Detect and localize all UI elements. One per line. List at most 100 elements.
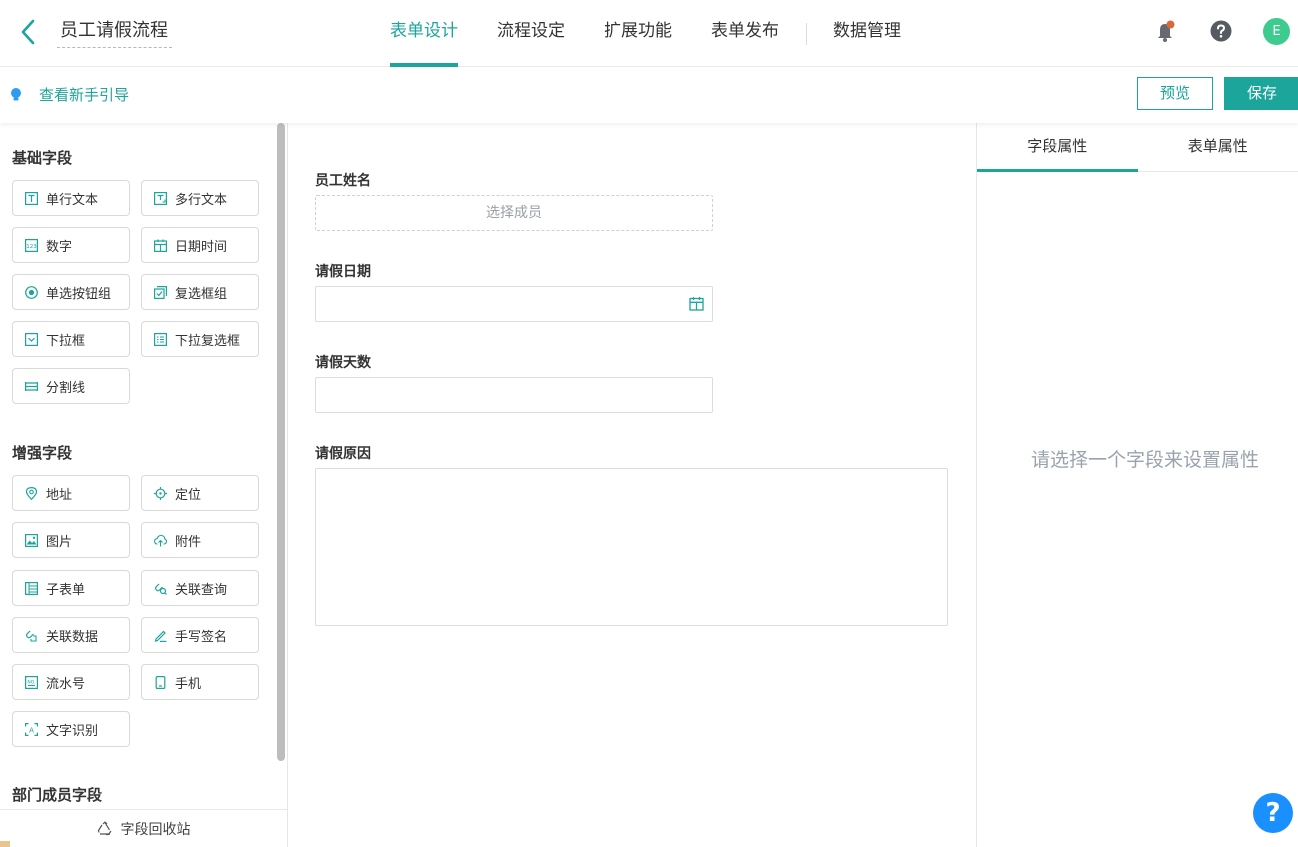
question-circle-icon (1210, 20, 1232, 42)
save-button[interactable]: 保存 (1224, 77, 1298, 110)
field-phone[interactable]: 手机 (141, 664, 259, 700)
text-icon (25, 191, 38, 205)
field-label: 手机 (175, 676, 202, 692)
multi-dropdown-icon (154, 332, 167, 346)
image-icon (25, 533, 38, 547)
upload-cloud-icon (154, 534, 167, 546)
field-label: 地址 (46, 487, 73, 503)
field-palette: 基础字段 单行文本 多行文本 123 数字 日期时间 单选按钮组 复选框组 下拉… (0, 123, 288, 847)
field-label: 下拉框 (46, 333, 86, 349)
link-query-icon (155, 583, 167, 595)
field-recycle-bin[interactable]: 字段回收站 (0, 809, 287, 847)
field-datetime[interactable]: 日期时间 (141, 227, 259, 263)
field-serial-number[interactable]: NO. 流水号 (12, 664, 130, 700)
checkbox-icon (154, 285, 167, 299)
guide-text: 查看新手引导 (39, 86, 130, 104)
field-signature[interactable]: 手写签名 (141, 617, 259, 653)
field-label: 复选框组 (175, 286, 228, 302)
basic-fields-title: 基础字段 (12, 149, 73, 167)
help-fab-button[interactable]: ? (1253, 793, 1293, 833)
calendar-icon[interactable] (689, 296, 704, 311)
field-label: 定位 (175, 487, 202, 503)
recycle-label: 字段回收站 (120, 821, 191, 838)
field-subform[interactable]: 子表单 (12, 570, 130, 606)
tab-data-management[interactable]: 数据管理 (823, 0, 911, 67)
help-button[interactable] (1208, 18, 1234, 44)
properties-empty-hint: 请选择一个字段来设置属性 (1030, 449, 1259, 471)
tab-form-design[interactable]: 表单设计 (380, 0, 468, 67)
svg-text:123: 123 (26, 244, 37, 250)
field-label: 流水号 (46, 676, 86, 692)
pen-icon (154, 630, 167, 642)
field-label: 数字 (46, 239, 73, 255)
divider-icon (25, 381, 38, 391)
serial-number-icon: NO. (25, 675, 38, 689)
bell-icon (1158, 20, 1175, 42)
phone-icon (155, 675, 166, 689)
chevron-left-icon (21, 19, 35, 45)
field-number[interactable]: 123 数字 (12, 227, 130, 263)
svg-text:A: A (29, 726, 34, 734)
field-ocr[interactable]: A 文字识别 (12, 711, 130, 747)
field-label: 子表单 (46, 582, 86, 598)
field-label: 日期时间 (175, 239, 228, 255)
field-address[interactable]: 地址 (12, 475, 130, 511)
corner-tab (0, 841, 10, 847)
tab-field-properties[interactable]: 字段属性 (977, 123, 1138, 172)
leave-days-input[interactable] (315, 377, 713, 413)
field-divider[interactable]: 分割线 (12, 368, 130, 404)
back-button[interactable] (18, 18, 40, 46)
field-image[interactable]: 图片 (12, 522, 130, 558)
tab-publish[interactable]: 表单发布 (701, 0, 789, 67)
notification-button[interactable] (1153, 18, 1179, 44)
advanced-fields-title: 增强字段 (12, 444, 73, 462)
guide-link[interactable]: 查看新手引导 (10, 84, 129, 105)
leave-date-input[interactable] (315, 286, 713, 322)
palette-scrollbar[interactable] (275, 123, 287, 763)
address-pin-icon (25, 486, 38, 500)
member-select[interactable]: 选择成员 (315, 195, 713, 231)
field-label: 图片 (46, 534, 73, 550)
field-radio-group[interactable]: 单选按钮组 (12, 274, 130, 310)
radio-icon (25, 285, 38, 299)
user-avatar[interactable]: E (1263, 18, 1290, 45)
field-multi-dropdown[interactable]: 下拉复选框 (141, 321, 259, 357)
field-attachment[interactable]: 附件 (141, 522, 259, 558)
app-title[interactable]: 员工请假流程 (57, 18, 172, 48)
field-label: 关联数据 (46, 629, 99, 645)
field-label: 附件 (175, 534, 202, 550)
tab-extensions[interactable]: 扩展功能 (594, 0, 682, 67)
lightbulb-icon (11, 87, 21, 100)
toolbar: 查看新手引导 预览 保存 (0, 67, 1298, 123)
field-link-query[interactable]: 关联查询 (141, 570, 259, 606)
subform-icon (25, 581, 38, 595)
preview-button[interactable]: 预览 (1137, 77, 1213, 110)
main-nav: 表单设计 流程设定 扩展功能 表单发布 数据管理 (380, 0, 930, 67)
top-header: 员工请假流程 表单设计 流程设定 扩展功能 表单发布 数据管理 E (0, 0, 1298, 67)
field-leave-reason-label[interactable]: 请假原因 (315, 443, 371, 463)
field-label: 单选按钮组 (46, 286, 112, 302)
number-icon: 123 (25, 238, 38, 252)
field-label: 关联查询 (175, 582, 228, 598)
field-dropdown[interactable]: 下拉框 (12, 321, 130, 357)
link-data-icon (26, 630, 37, 642)
leave-reason-textarea[interactable] (315, 468, 948, 626)
field-leave-date-label[interactable]: 请假日期 (315, 261, 371, 281)
textarea-icon (154, 191, 167, 205)
field-label: 手写签名 (175, 629, 228, 645)
tab-workflow[interactable]: 流程设定 (487, 0, 575, 67)
nav-divider (806, 22, 807, 45)
field-checkbox-group[interactable]: 复选框组 (141, 274, 259, 310)
tab-form-properties[interactable]: 表单属性 (1138, 123, 1298, 171)
field-link-data[interactable]: 关联数据 (12, 617, 130, 653)
field-multi-line-text[interactable]: 多行文本 (141, 180, 259, 216)
form-canvas: 员工姓名 选择成员 请假日期 请假天数 请假原因 (288, 123, 976, 847)
dept-member-fields-title: 部门成员字段 (12, 786, 103, 804)
field-single-line-text[interactable]: 单行文本 (12, 180, 130, 216)
field-employee-name-label[interactable]: 员工姓名 (315, 170, 371, 190)
field-label: 单行文本 (46, 192, 99, 208)
field-label: 分割线 (46, 380, 86, 396)
scrollbar-thumb[interactable] (277, 123, 285, 761)
field-location[interactable]: 定位 (141, 475, 259, 511)
field-leave-days-label[interactable]: 请假天数 (315, 352, 371, 372)
